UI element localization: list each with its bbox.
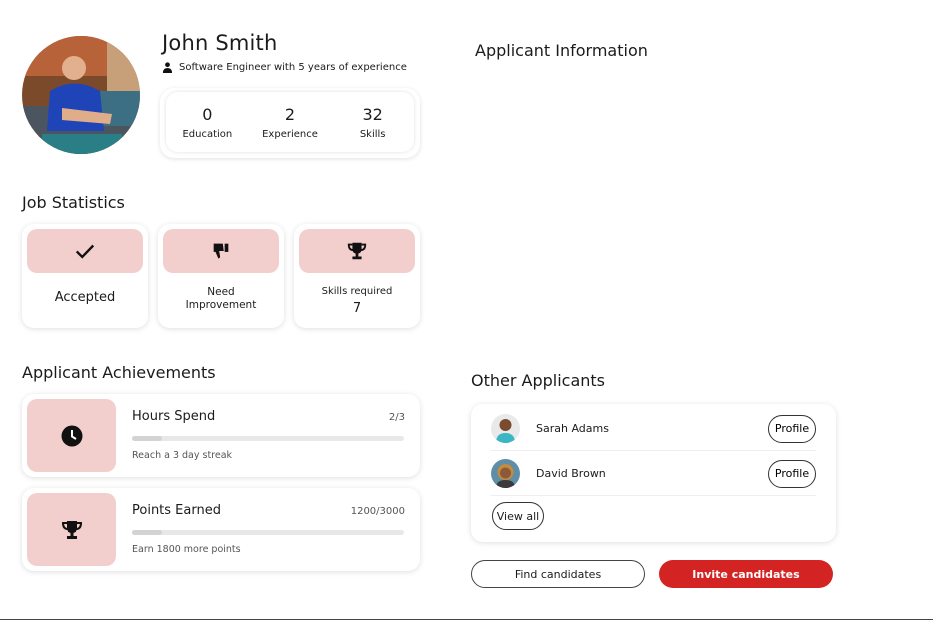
job-card-value: 7 (352, 301, 362, 316)
list-item: David Brown Profile (491, 452, 816, 496)
profile-subtitle: Software Engineer with 5 years of experi… (162, 62, 407, 73)
stat-education: 0 Education (166, 92, 249, 152)
avatar (491, 414, 520, 443)
job-card-need-improvement[interactable]: Need Improvement (158, 224, 284, 328)
achievement-progress-fill (132, 436, 162, 441)
job-card-label-line1: Need (207, 286, 235, 298)
achievement-title: Hours Spend (132, 409, 216, 424)
achievement-count: 2/3 (388, 412, 405, 423)
achievement-icon-area (27, 399, 116, 472)
job-card-icon-area (163, 229, 279, 273)
person-icon (162, 62, 173, 73)
avatar (491, 459, 520, 488)
achievement-card-points: Points Earned 1200/3000 Earn 1800 more p… (22, 488, 420, 571)
applicant-name: Sarah Adams (536, 422, 609, 435)
profile-avatar (22, 36, 140, 154)
other-applicants-card: Sarah Adams Profile David Brown Profile … (471, 404, 836, 542)
trophy-icon (61, 520, 82, 539)
thumbs-down-icon (213, 243, 229, 259)
stat-label: Education (182, 128, 233, 140)
checkmark-icon (75, 244, 95, 259)
achievement-title: Points Earned (132, 503, 221, 518)
applicant-name: David Brown (536, 467, 606, 480)
profile-button[interactable]: Profile (768, 414, 816, 443)
profile-stats: 0 Education 2 Experience 32 Skills (160, 88, 420, 158)
clock-icon (61, 425, 82, 446)
achievement-progress-bar (132, 436, 404, 441)
stat-value: 0 (202, 104, 213, 124)
job-card-label: Accepted (54, 290, 116, 305)
profile-name: John Smith (162, 31, 278, 55)
achievement-description: Earn 1800 more points (132, 544, 241, 555)
job-card-label: Need Improvement (158, 286, 284, 312)
achievement-count: 1200/3000 (350, 506, 405, 517)
job-card-skills-required[interactable]: Skills required 7 (294, 224, 420, 328)
list-item: Sarah Adams Profile (491, 407, 816, 451)
job-card-label-line2: Improvement (185, 299, 257, 311)
job-card-icon-area (299, 229, 415, 273)
achievement-progress-fill (132, 530, 162, 535)
invite-candidates-button[interactable]: Invite candidates (659, 560, 833, 588)
applicant-info-title: Applicant Information (475, 41, 648, 60)
profile-subtitle-text: Software Engineer with 5 years of experi… (179, 62, 407, 73)
stat-label: Experience (262, 128, 318, 140)
profile-button[interactable]: Profile (768, 459, 816, 488)
achievement-card-hours: Hours Spend 2/3 Reach a 3 day streak (22, 394, 420, 477)
job-statistics-title: Job Statistics (22, 193, 125, 212)
stat-value: 2 (284, 104, 296, 124)
achievement-description: Reach a 3 day streak (132, 450, 233, 461)
achievement-icon-area (27, 493, 116, 566)
achievement-progress-bar (132, 530, 404, 535)
achievements-title: Applicant Achievements (22, 363, 216, 382)
stat-skills: 32 Skills (331, 92, 414, 152)
page-divider (0, 619, 933, 620)
view-all-button[interactable]: View all (492, 502, 544, 530)
job-card-label: Skills required (321, 286, 393, 297)
trophy-icon (347, 242, 367, 260)
stat-value: 32 (362, 104, 383, 124)
stat-experience: 2 Experience (249, 92, 332, 152)
find-candidates-button[interactable]: Find candidates (471, 560, 645, 588)
job-card-icon-area (27, 229, 143, 273)
other-applicants-title: Other Applicants (471, 371, 606, 390)
stat-label: Skills (359, 128, 386, 140)
job-card-accepted[interactable]: Accepted (22, 224, 148, 328)
